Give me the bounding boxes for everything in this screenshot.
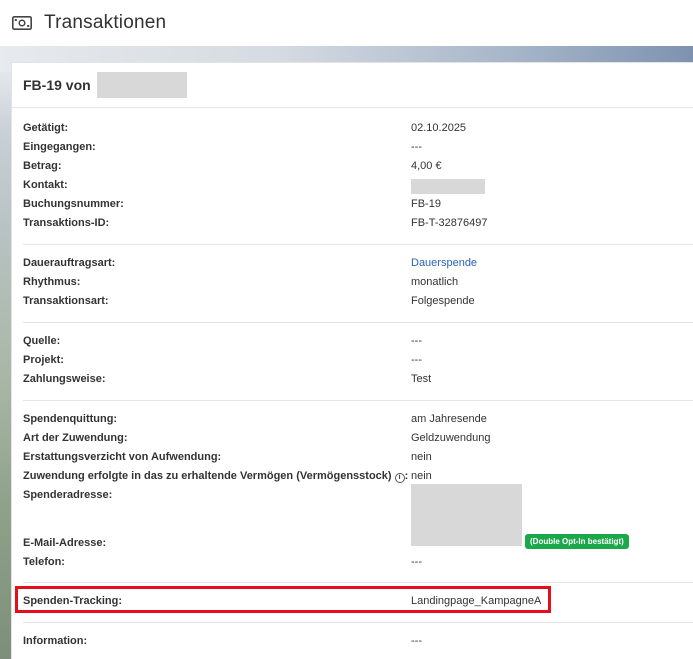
detail-row: Getätigt: 02.10.2025 [12,119,693,138]
detail-label: Projekt: [23,354,64,366]
detail-label: Transaktions-ID: [23,217,110,229]
redacted-contact[interactable] [411,179,485,194]
detail-label: Spenderadresse: [23,489,113,501]
page-title: Transaktionen [44,12,167,33]
detail-row: Spendenquittung: am Jahresende [12,410,693,429]
detail-value: --- [411,141,422,153]
detail-row: Buchungsnummer: FB-19 [12,195,693,214]
detail-label: Eingegangen: [23,141,96,153]
detail-value: am Jahresende [411,413,487,425]
detail-label: Dauerauftragsart: [23,257,116,269]
detail-row: Zahlungsweise: Test [12,370,693,389]
double-opt-in-badge: (Double Opt-In bestätigt) [525,534,629,549]
recurring-type-link[interactable]: Dauerspende [411,254,477,273]
detail-label: E-Mail-Adresse: [23,537,107,549]
detail-label: Buchungsnummer: [23,198,124,210]
detail-label: Zuwendung erfolgte in das zu erhaltende … [23,470,409,483]
detail-label: Erstattungsverzicht von Aufwendung: [23,451,222,463]
detail-label: Art der Zuwendung: [23,432,128,444]
detail-value: Geldzuwendung [411,432,491,444]
detail-label: Kontakt: [23,179,68,191]
detail-value: Test [411,373,432,385]
detail-row: Transaktions-ID: FB-T-32876497 [12,214,693,233]
detail-row: Projekt: --- [12,351,693,370]
page-header: Transaktionen [0,0,693,46]
detail-label: Betrag: [23,160,62,172]
detail-value: --- [411,335,422,347]
detail-label: Information: [23,635,88,647]
detail-value: 02.10.2025 [411,122,467,134]
detail-value: nein [411,451,432,463]
detail-value: --- [411,635,422,647]
detail-value: monatlich [411,276,459,288]
detail-row: Dauerauftragsart: Dauerspende [12,254,693,273]
detail-value: --- [411,354,422,366]
detail-label: Telefon: [23,556,65,568]
card-title: FB-19 von [23,77,91,93]
detail-value: Folgespende [411,295,475,307]
transaction-card: FB-19 von Getätigt: 02.10.2025 Eingegang… [11,62,693,659]
detail-row: Spenderadresse: [12,486,693,534]
card-header: FB-19 von [12,63,693,108]
redacted-donor-name [96,72,187,98]
detail-label: Getätigt: [23,122,69,134]
detail-row: Telefon: --- [12,553,693,572]
detail-row: Rhythmus: monatlich [12,273,693,292]
detail-label: Zahlungsweise: [23,373,106,385]
info-icon[interactable]: i [394,473,405,483]
tracking-highlight-box [15,586,551,613]
detail-row: Quelle: --- [12,332,693,351]
detail-label-text: Zuwendung erfolgte in das zu erhaltende … [23,470,392,482]
detail-row: Eingegangen: --- [12,138,693,157]
detail-label: Rhythmus: [23,276,81,288]
detail-row: Information: --- [12,632,693,651]
detail-row: Transaktionsart: Folgespende [12,292,693,311]
detail-value: FB-T-32876497 [411,217,488,229]
detail-row: Kontakt: [12,176,693,195]
detail-row: Erstattungsverzicht von Aufwendung: nein [12,448,693,467]
detail-value: FB-19 [411,198,441,210]
detail-row: Art der Zuwendung: Geldzuwendung [12,429,693,448]
detail-value: --- [411,556,422,568]
redacted-address [411,484,522,546]
detail-row: Betrag: 4,00 € [12,157,693,176]
detail-label: Spendenquittung: [23,413,118,425]
money-icon [12,16,32,30]
detail-row: Zuwendung erfolgte in das zu erhaltende … [12,467,693,486]
detail-value: 4,00 € [411,160,442,172]
detail-label: Quelle: [23,335,61,347]
detail-label: Transaktionsart: [23,295,109,307]
